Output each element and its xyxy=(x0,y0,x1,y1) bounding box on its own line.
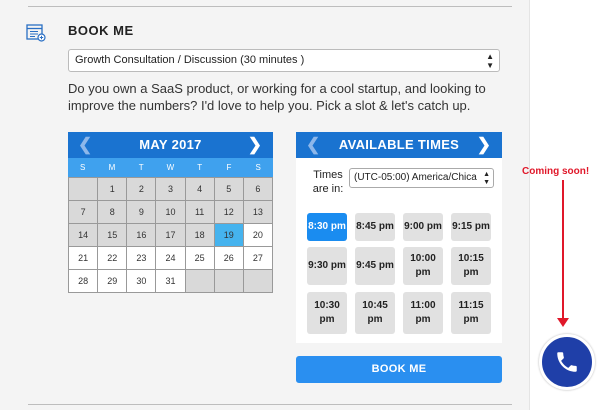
time-slot-button[interactable]: 9:00 pm xyxy=(403,213,443,241)
time-slot-button[interactable]: 10:30 pm xyxy=(307,292,347,334)
top-divider xyxy=(28,6,512,7)
time-slot-label: 9:30 pm xyxy=(308,260,346,271)
weekday-label: S xyxy=(79,163,86,172)
calendar-day: 4 xyxy=(185,178,215,201)
calendar-day: 11 xyxy=(185,201,215,224)
calendar-day[interactable]: 22 xyxy=(98,247,128,270)
weekday-label: W xyxy=(166,163,175,172)
calendar-days-grid: 1 2 3 4 5 6 7 8 9 10 11 12 13 14 15 16 17 18 19 20 21 22 23 24 2… xyxy=(68,177,273,293)
calendar-day: 13 xyxy=(243,201,273,224)
available-times-panel: ❮ AVAILABLE TIMES ❯ Times are in: (UTC-0… xyxy=(296,132,502,343)
calendar-empty-cell xyxy=(214,270,244,293)
times-title: AVAILABLE TIMES xyxy=(338,137,460,152)
timezone-label: Times are in: xyxy=(312,169,344,195)
calendar-day[interactable]: 26 xyxy=(214,247,244,270)
coming-soon-annotation: Coming soon! xyxy=(522,166,590,177)
calendar-day[interactable]: 29 xyxy=(98,270,128,293)
calendar-empty-cell xyxy=(243,270,273,293)
calendar-day[interactable]: 25 xyxy=(185,247,215,270)
time-slot-label: 9:45 pm xyxy=(356,260,394,271)
time-slot-label: 11:15 pm xyxy=(458,300,484,325)
description-text: Do you own a SaaS product, or working fo… xyxy=(68,81,486,113)
times-header: ❮ AVAILABLE TIMES ❯ xyxy=(296,132,502,158)
weekday-row: SMTWTFS xyxy=(68,158,273,177)
calendar-day[interactable]: 28 xyxy=(69,270,99,293)
time-slot-button[interactable]: 10:45 pm xyxy=(355,292,395,334)
weekday-label: T xyxy=(197,163,203,172)
calendar-day: 14 xyxy=(69,224,99,247)
annotation-arrow xyxy=(562,180,564,322)
service-select[interactable]: Growth Consultation / Discussion (30 min… xyxy=(68,49,500,72)
calendar-day: 5 xyxy=(214,178,244,201)
timezone-select-value: (UTC-05:00) America/Chica xyxy=(354,172,477,183)
calendar-day: 16 xyxy=(127,224,157,247)
calendar-day: 15 xyxy=(98,224,128,247)
calendar-day: 9 xyxy=(127,201,157,224)
time-slot-button[interactable]: 9:15 pm xyxy=(451,213,491,241)
calendar-day: 6 xyxy=(243,178,273,201)
bottom-divider xyxy=(28,404,512,405)
calendar-day[interactable]: 21 xyxy=(69,247,99,270)
time-slot-label: 10:00 pm xyxy=(410,253,436,278)
calendar-day: 12 xyxy=(214,201,244,224)
calendar-day: 1 xyxy=(98,178,128,201)
time-slot-button[interactable]: 8:45 pm xyxy=(355,213,395,241)
calendar-day: 10 xyxy=(156,201,186,224)
time-slot-button[interactable]: 10:00 pm xyxy=(403,247,443,285)
page-title: BOOK ME xyxy=(68,23,134,38)
service-select-value: Growth Consultation / Discussion (30 min… xyxy=(75,54,305,66)
time-slot-button[interactable]: 10:15 pm xyxy=(451,247,491,285)
calendar-day: 3 xyxy=(156,178,186,201)
select-arrows-icon: ▲ ▼ xyxy=(483,169,490,187)
calendar: ❮ MAY 2017 ❯ SMTWTFS 1 2 3 4 5 6 7 8 9 10 11 12 13 14… xyxy=(68,132,273,293)
time-slot-label: 9:00 pm xyxy=(404,221,442,232)
arrow-head-icon xyxy=(557,318,569,327)
time-slot-label: 10:15 pm xyxy=(458,253,484,278)
book-me-button[interactable]: BOOK ME xyxy=(296,356,502,383)
next-month-icon[interactable]: ❯ xyxy=(248,135,262,155)
time-slot-label: 10:30 pm xyxy=(314,300,340,325)
calendar-day[interactable]: 20 xyxy=(243,224,273,247)
weekday-label: T xyxy=(138,163,144,172)
timezone-select[interactable]: (UTC-05:00) America/Chica ▲ ▼ xyxy=(349,168,494,188)
calendar-day[interactable]: 23 xyxy=(127,247,157,270)
calendar-month-label: MAY 2017 xyxy=(139,137,202,152)
weekday-label: S xyxy=(255,163,261,172)
time-slot-button[interactable]: 11:15 pm xyxy=(451,292,491,334)
call-button[interactable] xyxy=(539,334,595,390)
calendar-day: 8 xyxy=(98,201,128,224)
time-slot-label: 11:00 pm xyxy=(410,300,436,325)
time-slot-label: 8:45 pm xyxy=(356,221,394,232)
calendar-day[interactable]: 24 xyxy=(156,247,186,270)
panel-edge xyxy=(529,0,530,410)
weekday-label: F xyxy=(226,163,232,172)
calendar-day: 7 xyxy=(69,201,99,224)
calendar-day: 2 xyxy=(127,178,157,201)
time-slot-button[interactable]: 9:45 pm xyxy=(355,247,395,285)
calendar-day[interactable]: 27 xyxy=(243,247,273,270)
calendar-empty-cell xyxy=(185,270,215,293)
calendar-day[interactable]: 30 xyxy=(127,270,157,293)
calendar-day[interactable]: 31 xyxy=(156,270,186,293)
calendar-day[interactable]: 19 xyxy=(214,224,244,247)
calendar-day: 17 xyxy=(156,224,186,247)
calendar-empty-cell xyxy=(69,178,99,201)
next-day-icon[interactable]: ❯ xyxy=(477,135,491,155)
booking-panel: BOOK ME Growth Consultation / Discussion… xyxy=(0,0,530,410)
phone-icon xyxy=(557,352,577,372)
time-slot-button[interactable]: 8:30 pm xyxy=(307,213,347,241)
calendar-header: ❮ MAY 2017 ❯ xyxy=(68,132,273,158)
time-slot-button[interactable]: 9:30 pm xyxy=(307,247,347,285)
select-arrows-icon: ▲ ▼ xyxy=(486,52,494,70)
weekday-label: M xyxy=(108,163,116,172)
time-slot-label: 9:15 pm xyxy=(452,221,490,232)
calendar-day: 18 xyxy=(185,224,215,247)
time-slot-label: 8:30 pm xyxy=(308,221,346,232)
time-slot-button[interactable]: 11:00 pm xyxy=(403,292,443,334)
time-slot-label: 10:45 pm xyxy=(362,300,388,325)
calendar-list-icon xyxy=(26,24,46,42)
